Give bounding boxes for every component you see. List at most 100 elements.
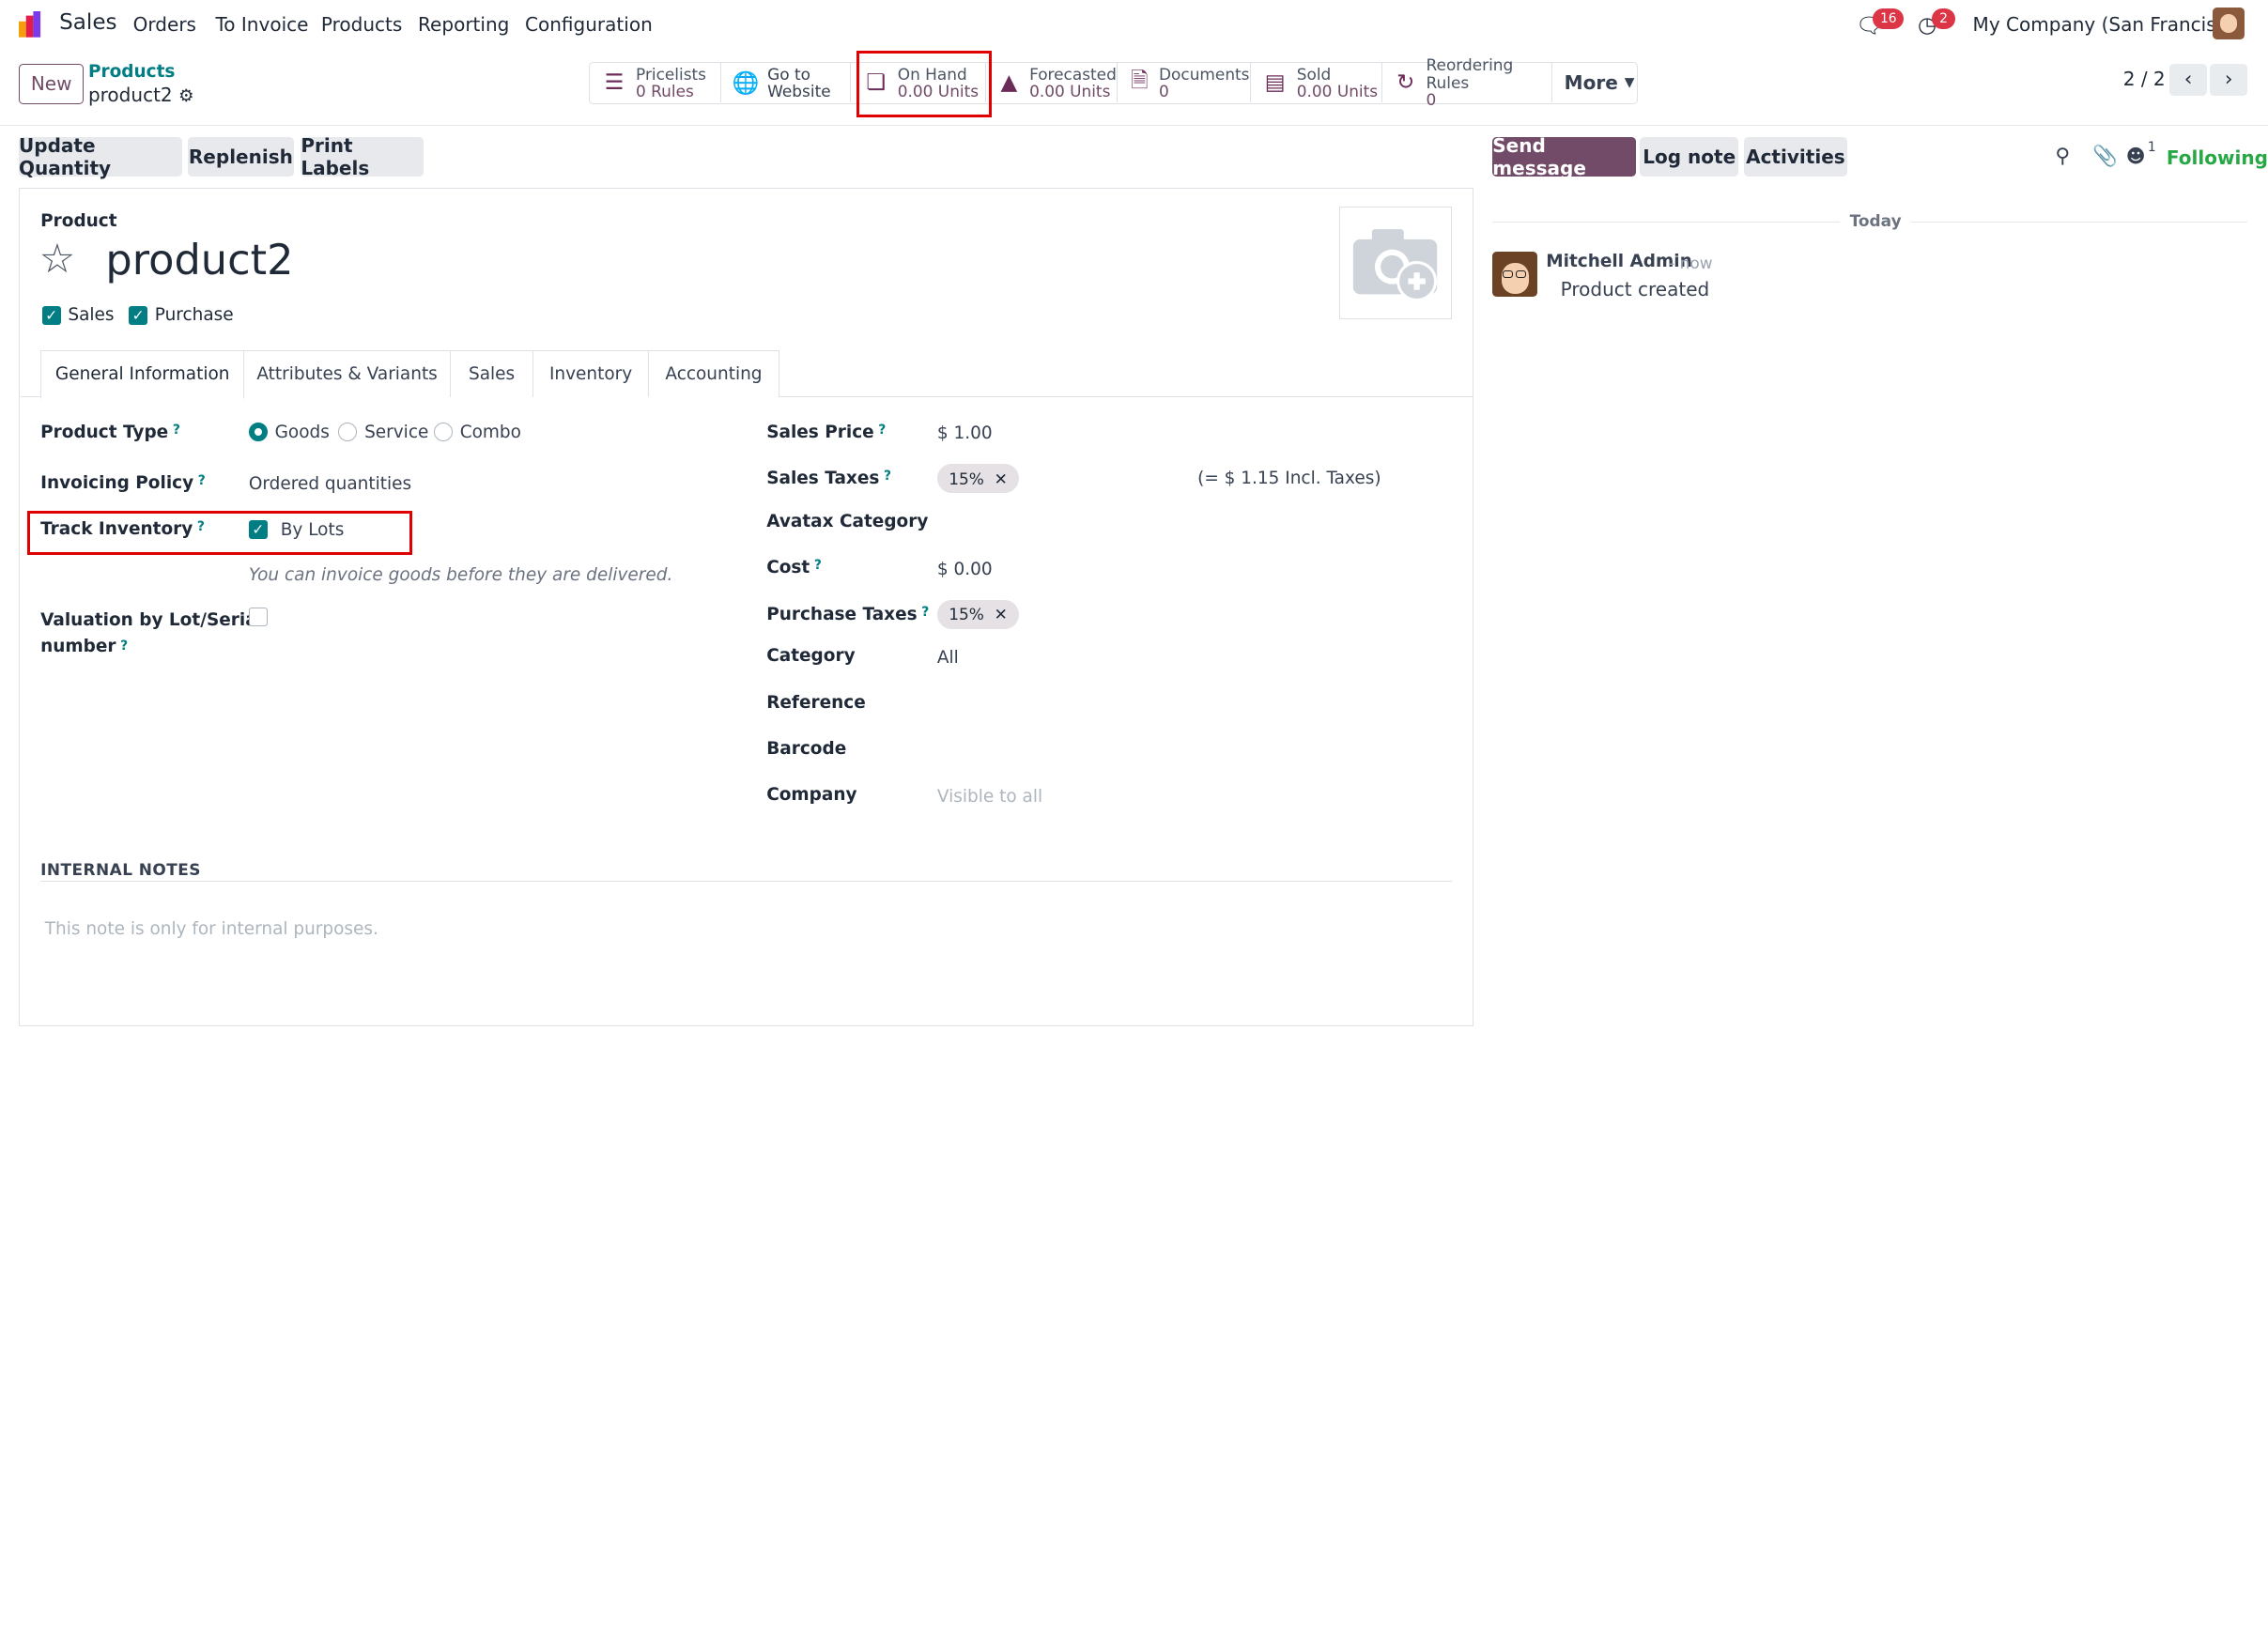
purchase-taxes-label-text: Purchase Taxes xyxy=(766,604,918,624)
tab-accounting[interactable]: Accounting xyxy=(647,349,780,398)
purchase-checkbox-label: Purchase xyxy=(154,304,234,325)
product-name-field[interactable]: product2 xyxy=(105,236,293,285)
company-switcher[interactable]: My Company (San Francisco) xyxy=(1973,13,2245,36)
user-avatar[interactable] xyxy=(2213,7,2245,39)
internal-notes-editor[interactable]: This note is only for internal purposes. xyxy=(45,919,378,939)
remove-tag-icon[interactable]: ✕ xyxy=(995,469,1008,488)
tab-general-information[interactable]: General Information xyxy=(40,349,245,400)
invoicing-policy-value[interactable]: Ordered quantities xyxy=(249,474,411,494)
cost-label: Cost? xyxy=(766,558,822,577)
paperclip-icon[interactable]: 📎 xyxy=(2092,145,2118,168)
followers-icon[interactable]: ☻ xyxy=(2126,145,2146,167)
stat-go-to-website[interactable]: 🌐 Go to Website xyxy=(721,63,852,102)
activities-button[interactable]: Activities xyxy=(1744,137,1847,177)
radio-service-label: Service xyxy=(364,422,429,442)
sales-checkbox-label: Sales xyxy=(68,304,115,325)
invoicing-policy-label: Invoicing Policy? xyxy=(40,473,206,493)
notes-divider xyxy=(40,880,1453,883)
menu-orders[interactable]: Orders xyxy=(133,13,196,36)
app-name[interactable]: Sales xyxy=(59,10,116,35)
help-icon[interactable]: ? xyxy=(884,469,891,484)
valuation-checkbox[interactable] xyxy=(248,607,268,626)
valuation-label: Valuation by Lot/Serial number? xyxy=(40,608,263,659)
menu-to-invoice[interactable]: To Invoice xyxy=(215,13,308,36)
stat-reordering-label: Reordering Rules xyxy=(1426,55,1514,92)
sales-tax-tag[interactable]: 15% ✕ xyxy=(936,464,1020,494)
favorite-star-icon[interactable]: ☆ xyxy=(39,236,76,283)
sales-checkbox[interactable]: ✓ xyxy=(41,306,61,326)
sales-price-input[interactable]: $ 1.00 xyxy=(937,423,993,443)
print-labels-button[interactable]: Print Labels xyxy=(301,134,424,179)
purchase-tax-tag[interactable]: 15% ✕ xyxy=(936,600,1020,629)
breadcrumb-products[interactable]: Products xyxy=(88,62,175,82)
following-button[interactable]: Following xyxy=(2167,146,2268,169)
stat-reordering-value: 0 xyxy=(1426,90,1437,110)
stat-website-value: Website xyxy=(767,82,831,100)
valuation-label-line2: number xyxy=(40,636,116,656)
help-icon[interactable]: ? xyxy=(173,423,180,438)
valuation-label-line1: Valuation by Lot/Serial xyxy=(40,609,264,630)
cost-input[interactable]: $ 0.00 xyxy=(937,560,993,579)
stat-pricelists[interactable]: ☰ Pricelists 0 Rules xyxy=(590,63,721,102)
send-message-button[interactable]: Send message xyxy=(1492,134,1636,179)
tab-attributes-variants[interactable]: Attributes & Variants xyxy=(242,349,452,398)
author-avatar[interactable] xyxy=(1492,251,1537,297)
barcode-input[interactable] xyxy=(937,736,1443,762)
menu-reporting[interactable]: Reporting xyxy=(418,13,509,36)
stat-pricelists-value: 0 Rules xyxy=(636,82,694,100)
remove-tag-icon[interactable]: ✕ xyxy=(995,605,1008,623)
category-input[interactable]: All xyxy=(937,648,959,668)
radio-service[interactable] xyxy=(338,422,358,441)
help-icon[interactable]: ? xyxy=(921,605,929,620)
followers-count: 1 xyxy=(2147,140,2156,156)
menu-configuration[interactable]: Configuration xyxy=(525,13,653,36)
log-note-button[interactable]: Log note xyxy=(1640,137,1739,177)
help-icon[interactable]: ? xyxy=(878,423,886,438)
pager-next-button[interactable]: › xyxy=(2210,63,2248,96)
tab-sales[interactable]: Sales xyxy=(449,349,534,398)
sales-app-logo[interactable] xyxy=(19,11,46,38)
barcode-label: Barcode xyxy=(766,738,847,759)
stat-sold[interactable]: ▤ Sold 0.00 Units xyxy=(1251,63,1382,102)
search-icon[interactable]: ⚲ xyxy=(2055,145,2070,168)
radio-combo[interactable] xyxy=(434,422,454,441)
stat-forecasted[interactable]: ▲ Forecasted 0.00 Units xyxy=(986,63,1118,102)
avatax-category-input[interactable] xyxy=(937,509,1443,535)
update-quantity-button[interactable]: Update Quantity xyxy=(19,134,183,179)
list-icon: ☰ xyxy=(604,70,625,95)
pager-previous-button[interactable]: ‹ xyxy=(2169,63,2208,96)
chevron-right-icon: › xyxy=(2224,68,2233,92)
menu-products[interactable]: Products xyxy=(321,13,402,36)
avatax-category-label: Avatax Category xyxy=(766,512,929,532)
more-button[interactable]: More ▼ xyxy=(1552,63,1636,102)
gear-icon[interactable]: ⚙ xyxy=(178,86,194,106)
help-icon[interactable]: ? xyxy=(814,558,822,573)
purchase-checkbox[interactable]: ✓ xyxy=(129,306,148,326)
internal-notes-header: INTERNAL NOTES xyxy=(40,860,201,880)
message-body: Product created xyxy=(1560,277,1710,300)
product-image[interactable] xyxy=(1339,207,1453,320)
replenish-button[interactable]: Replenish xyxy=(188,137,294,177)
highlight-on-hand xyxy=(856,50,993,117)
help-icon[interactable]: ? xyxy=(120,639,128,654)
company-input[interactable]: Visible to all xyxy=(937,787,1042,807)
reference-input[interactable] xyxy=(937,690,1443,716)
new-button[interactable]: New xyxy=(19,63,85,104)
stat-documents[interactable]: 🗎 Documents 0 xyxy=(1118,63,1251,102)
file-icon: 🗎 xyxy=(1131,69,1149,94)
radio-combo-label: Combo xyxy=(459,422,521,442)
stat-website-label: Go to xyxy=(767,64,810,84)
pager-value[interactable]: 2 / 2 xyxy=(2123,68,2166,90)
product-type-label-text: Product Type xyxy=(40,422,169,442)
stat-documents-label: Documents xyxy=(1159,64,1250,84)
radio-goods[interactable] xyxy=(248,422,268,441)
smart-buttons: ☰ Pricelists 0 Rules 🌐 Go to Website ❏ On … xyxy=(588,56,1638,108)
more-label: More xyxy=(1564,71,1618,94)
caret-down-icon: ▼ xyxy=(1624,75,1635,90)
tab-inventory[interactable]: Inventory xyxy=(532,349,650,398)
product-type-label: Product Type? xyxy=(40,423,180,442)
stat-reordering-rules[interactable]: ↻ Reordering Rules 0 xyxy=(1382,56,1553,108)
purchase-tax-tag-label: 15% xyxy=(949,605,984,624)
help-icon[interactable]: ? xyxy=(198,473,206,488)
message-time: - now xyxy=(1669,253,1713,272)
